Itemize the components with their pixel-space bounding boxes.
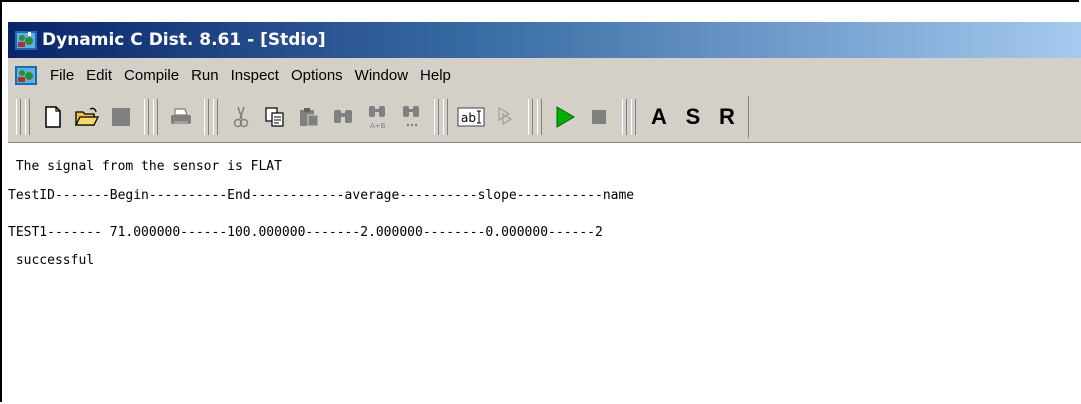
new-file-icon[interactable] [38,101,68,133]
stdio-output[interactable]: The signal from the sensor is FLAT TestI… [8,143,1081,404]
text-field-icon[interactable]: ab [456,101,486,133]
stop-debug-icon[interactable] [490,101,520,133]
step-button[interactable]: S [678,101,708,133]
copy-icon[interactable] [260,101,290,133]
toolbar-end-divider [746,96,749,138]
s-label: S [685,104,701,129]
stop-icon[interactable] [584,101,614,133]
window-title: Dynamic C Dist. 8.61 - [Stdio] [42,30,326,50]
r-label: R [719,104,735,129]
svg-text:ab: ab [461,111,476,125]
find-next-icon[interactable] [396,101,426,133]
menu-run[interactable]: Run [185,65,225,86]
output-line: The signal from the sensor is FLAT [8,159,282,174]
dynamic-c-app-icon [14,28,38,52]
output-line: TestID-------Begin----------End---------… [8,188,635,203]
menu-bar: File Edit Compile Run Inspect Options Wi… [8,58,1081,92]
menu-edit[interactable]: Edit [80,65,118,86]
menu-help[interactable]: Help [414,65,457,86]
save-icon[interactable] [106,101,136,133]
menu-window[interactable]: Window [349,65,414,86]
replace-icon[interactable]: A+B [362,101,392,133]
run-icon[interactable] [550,101,580,133]
toolbar-grip[interactable] [620,99,638,135]
cut-icon[interactable] [226,101,256,133]
paste-icon[interactable] [294,101,324,133]
menu-compile[interactable]: Compile [118,65,185,86]
open-folder-icon[interactable] [72,101,102,133]
a-label: A [651,104,667,129]
app-window: Dynamic C Dist. 8.61 - [Stdio] File Edit… [8,22,1081,404]
output-line: successful [8,253,95,268]
toolbar-grip[interactable] [432,99,450,135]
output-line: TEST1------- 71.000000------100.000000--… [8,225,603,240]
menu-options[interactable]: Options [285,65,349,86]
registers-button[interactable]: R [712,101,742,133]
svg-text:A+B: A+B [370,122,386,130]
toolbar-grip[interactable] [142,99,160,135]
toolbar-grip[interactable] [202,99,220,135]
toolbar-grip[interactable] [14,99,32,135]
dynamic-c-doc-icon[interactable] [14,63,38,87]
toolbar: A+B ab A S R [8,92,1081,143]
find-icon[interactable] [328,101,358,133]
assemble-button[interactable]: A [644,101,674,133]
toolbar-grip[interactable] [526,99,544,135]
menu-inspect[interactable]: Inspect [225,65,285,86]
title-bar[interactable]: Dynamic C Dist. 8.61 - [Stdio] [8,22,1081,58]
print-icon[interactable] [166,101,196,133]
menu-file[interactable]: File [44,65,80,86]
